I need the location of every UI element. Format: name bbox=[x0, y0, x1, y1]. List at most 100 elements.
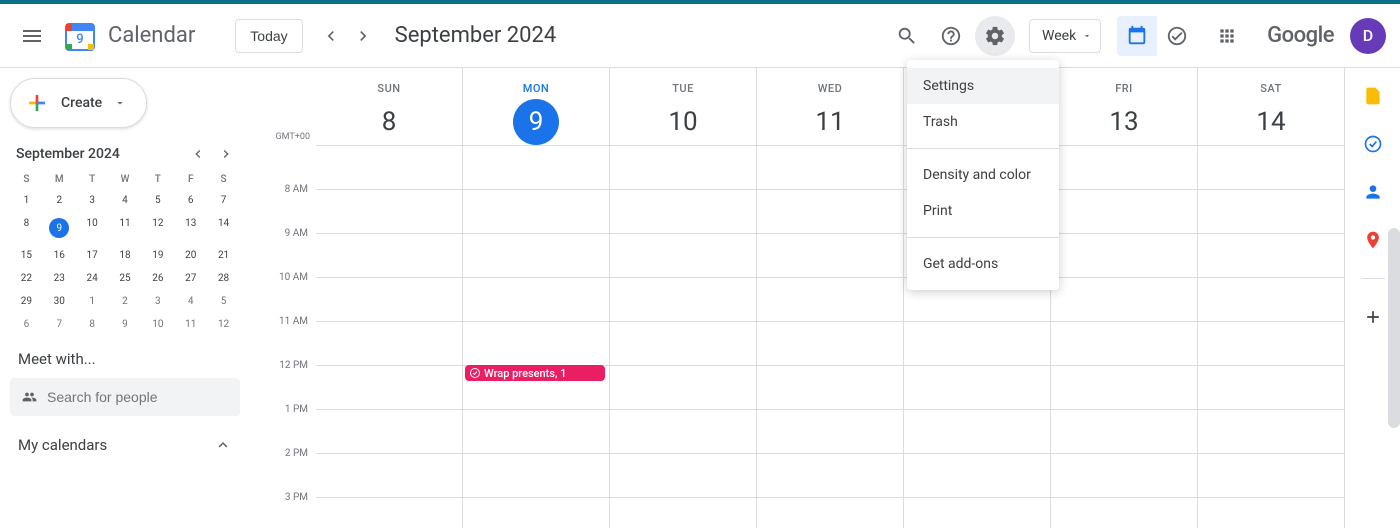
app-logo[interactable]: 9 Calendar bbox=[60, 16, 195, 56]
mini-cal-day[interactable]: 4 bbox=[174, 290, 207, 313]
get-addons-button[interactable] bbox=[1363, 307, 1383, 327]
main-menu-button[interactable] bbox=[8, 12, 56, 60]
mini-cal-day[interactable]: 13 bbox=[174, 212, 207, 244]
settings-button[interactable] bbox=[975, 16, 1015, 56]
search-people-input[interactable] bbox=[47, 389, 228, 405]
view-selector[interactable]: Week bbox=[1029, 19, 1101, 53]
search-button[interactable] bbox=[887, 16, 927, 56]
mini-cal-day[interactable]: 6 bbox=[174, 189, 207, 212]
contacts-addon-icon[interactable] bbox=[1363, 182, 1383, 202]
mini-cal-day[interactable]: 3 bbox=[76, 189, 109, 212]
day-number[interactable]: 8 bbox=[366, 99, 412, 145]
day-column-header[interactable]: WED11 bbox=[756, 68, 903, 145]
support-button[interactable] bbox=[931, 16, 971, 56]
vertical-scrollbar[interactable] bbox=[1388, 228, 1400, 428]
mini-cal-day[interactable]: 22 bbox=[10, 267, 43, 290]
mini-cal-day[interactable]: 5 bbox=[207, 290, 240, 313]
mini-cal-day[interactable]: 23 bbox=[43, 267, 76, 290]
mini-cal-day[interactable]: 29 bbox=[10, 290, 43, 313]
mini-cal-day[interactable]: 27 bbox=[174, 267, 207, 290]
day-column[interactable] bbox=[1197, 145, 1344, 528]
my-calendars-toggle[interactable]: My calendars bbox=[10, 436, 240, 454]
google-apps-button[interactable] bbox=[1207, 16, 1247, 56]
day-column-header[interactable]: FRI13 bbox=[1050, 68, 1197, 145]
day-column[interactable] bbox=[1050, 145, 1197, 528]
day-column-header[interactable]: SAT14 bbox=[1197, 68, 1344, 145]
calendar-view-toggle[interactable] bbox=[1117, 16, 1157, 56]
day-number[interactable]: 13 bbox=[1101, 99, 1147, 145]
mini-cal-day[interactable]: 30 bbox=[43, 290, 76, 313]
mini-cal-day[interactable]: 12 bbox=[207, 313, 240, 336]
mini-cal-day[interactable]: 5 bbox=[141, 189, 174, 212]
day-column-header[interactable]: MON9 bbox=[462, 68, 609, 145]
menu-item-density-and-color[interactable]: Density and color bbox=[907, 157, 1059, 193]
prev-period-button[interactable] bbox=[315, 20, 347, 52]
day-column[interactable]: Wrap presents, 1 bbox=[462, 145, 609, 528]
mini-dow: T bbox=[76, 170, 109, 189]
mini-cal-day[interactable]: 9 bbox=[43, 212, 76, 244]
tasks-addon-icon[interactable] bbox=[1363, 134, 1383, 154]
mini-cal-day[interactable]: 1 bbox=[10, 189, 43, 212]
calendar-event[interactable]: Wrap presents, 1 bbox=[465, 365, 605, 381]
mini-cal-next[interactable] bbox=[218, 146, 234, 162]
mini-cal-day[interactable]: 24 bbox=[76, 267, 109, 290]
mini-cal-day[interactable]: 16 bbox=[43, 244, 76, 267]
mini-cal-day[interactable]: 28 bbox=[207, 267, 240, 290]
mini-dow: S bbox=[207, 170, 240, 189]
hour-label bbox=[256, 145, 316, 184]
next-period-button[interactable] bbox=[347, 20, 379, 52]
mini-cal-day[interactable]: 18 bbox=[109, 244, 142, 267]
mini-cal-day[interactable]: 7 bbox=[43, 313, 76, 336]
mini-cal-day[interactable]: 8 bbox=[76, 313, 109, 336]
mini-cal-day[interactable]: 2 bbox=[109, 290, 142, 313]
mini-cal-day[interactable]: 10 bbox=[141, 313, 174, 336]
mini-cal-day[interactable]: 8 bbox=[10, 212, 43, 244]
mini-cal-day[interactable]: 10 bbox=[76, 212, 109, 244]
maps-addon-icon[interactable] bbox=[1363, 230, 1383, 250]
day-column[interactable] bbox=[609, 145, 756, 528]
day-number[interactable]: 9 bbox=[513, 99, 559, 145]
hour-label: 3 PM bbox=[256, 492, 316, 528]
mini-cal-day[interactable]: 25 bbox=[109, 267, 142, 290]
search-people-field[interactable] bbox=[10, 378, 240, 416]
mini-cal-day[interactable]: 7 bbox=[207, 189, 240, 212]
day-column-header[interactable]: SUN8 bbox=[316, 68, 462, 145]
calendar-icon bbox=[1126, 25, 1148, 47]
menu-item-trash[interactable]: Trash bbox=[907, 104, 1059, 140]
chevron-right-icon bbox=[218, 146, 234, 162]
menu-item-get-add-ons[interactable]: Get add-ons bbox=[907, 246, 1059, 282]
mini-cal-day[interactable]: 11 bbox=[174, 313, 207, 336]
mini-cal-day[interactable]: 26 bbox=[141, 267, 174, 290]
mini-cal-day[interactable]: 20 bbox=[174, 244, 207, 267]
mini-cal-day[interactable]: 2 bbox=[43, 189, 76, 212]
day-number[interactable]: 14 bbox=[1248, 99, 1294, 145]
create-button[interactable]: Create bbox=[10, 78, 147, 128]
day-number[interactable]: 10 bbox=[660, 99, 706, 145]
mini-cal-day[interactable]: 14 bbox=[207, 212, 240, 244]
mini-cal-prev[interactable] bbox=[190, 146, 206, 162]
account-avatar[interactable]: D bbox=[1350, 18, 1386, 54]
hour-label: 12 PM bbox=[256, 360, 316, 404]
keep-addon-icon[interactable] bbox=[1363, 86, 1383, 106]
day-column-header[interactable]: TUE10 bbox=[609, 68, 756, 145]
mini-cal-day[interactable]: 6 bbox=[10, 313, 43, 336]
day-number[interactable]: 11 bbox=[807, 99, 853, 145]
mini-cal-day[interactable]: 9 bbox=[109, 313, 142, 336]
mini-cal-day[interactable]: 21 bbox=[207, 244, 240, 267]
mini-cal-day[interactable]: 3 bbox=[141, 290, 174, 313]
hour-label: 1 PM bbox=[256, 404, 316, 448]
mini-cal-day[interactable]: 17 bbox=[76, 244, 109, 267]
day-column[interactable] bbox=[756, 145, 903, 528]
day-column[interactable] bbox=[316, 145, 462, 528]
today-button[interactable]: Today bbox=[235, 19, 302, 53]
mini-cal-day[interactable]: 4 bbox=[109, 189, 142, 212]
mini-cal-day[interactable]: 15 bbox=[10, 244, 43, 267]
mini-dow: W bbox=[109, 170, 142, 189]
mini-cal-day[interactable]: 11 bbox=[109, 212, 142, 244]
mini-cal-day[interactable]: 12 bbox=[141, 212, 174, 244]
tasks-view-toggle[interactable] bbox=[1157, 16, 1197, 56]
mini-cal-day[interactable]: 1 bbox=[76, 290, 109, 313]
mini-cal-day[interactable]: 19 bbox=[141, 244, 174, 267]
menu-item-settings[interactable]: Settings bbox=[907, 68, 1059, 104]
menu-item-print[interactable]: Print bbox=[907, 193, 1059, 229]
